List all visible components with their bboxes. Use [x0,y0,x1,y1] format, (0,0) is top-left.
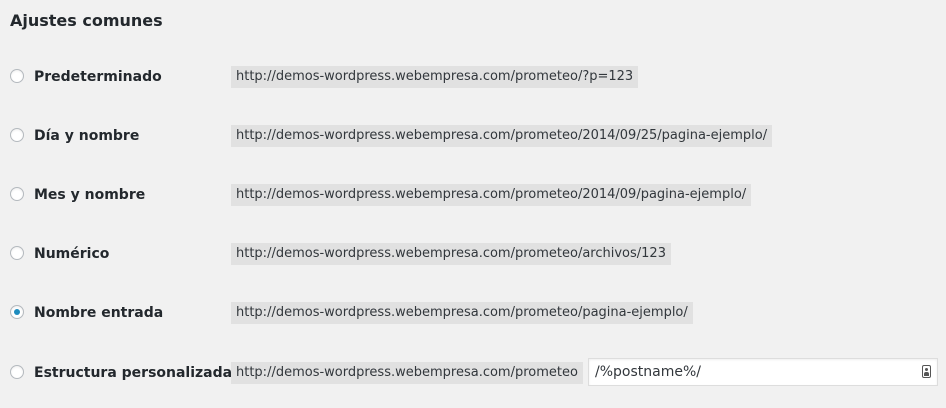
option-row-dia-y-nombre[interactable]: Día y nombre http://demos-wordpress.webe… [0,121,946,151]
radio-mes-y-nombre[interactable] [10,187,24,201]
option-row-numerico[interactable]: Numérico http://demos-wordpress.webempre… [0,239,946,269]
url-example-dia-y-nombre: http://demos-wordpress.webempresa.com/pr… [231,125,773,147]
url-example-mes-y-nombre: http://demos-wordpress.webempresa.com/pr… [231,184,752,206]
option-label-estructura-personalizada[interactable]: Estructura personalizada [34,363,232,383]
option-row-mes-y-nombre[interactable]: Mes y nombre http://demos-wordpress.webe… [0,180,946,210]
radio-nombre-entrada[interactable] [10,305,24,319]
option-row-nombre-entrada[interactable]: Nombre entrada http://demos-wordpress.we… [0,298,946,328]
option-label-numerico[interactable]: Numérico [34,244,109,264]
section-title: Ajustes comunes [10,11,163,30]
option-row-predeterminado[interactable]: Predeterminado http://demos-wordpress.we… [0,62,946,92]
option-label-dia-y-nombre[interactable]: Día y nombre [34,126,139,146]
option-label-mes-y-nombre[interactable]: Mes y nombre [34,185,145,205]
contact-card-icon[interactable] [922,365,931,378]
radio-numerico[interactable] [10,246,24,260]
url-example-nombre-entrada: http://demos-wordpress.webempresa.com/pr… [231,302,693,324]
url-prefix-estructura-personalizada: http://demos-wordpress.webempresa.com/pr… [231,362,583,384]
radio-predeterminado[interactable] [10,69,24,83]
radio-estructura-personalizada[interactable] [10,365,24,379]
custom-structure-input[interactable] [588,358,938,386]
url-example-predeterminado: http://demos-wordpress.webempresa.com/pr… [231,66,639,88]
option-label-nombre-entrada[interactable]: Nombre entrada [34,303,163,323]
url-example-numerico: http://demos-wordpress.webempresa.com/pr… [231,243,671,265]
option-label-predeterminado[interactable]: Predeterminado [34,67,162,87]
option-row-estructura-personalizada[interactable]: Estructura personalizada http://demos-wo… [0,358,946,388]
radio-dia-y-nombre[interactable] [10,128,24,142]
